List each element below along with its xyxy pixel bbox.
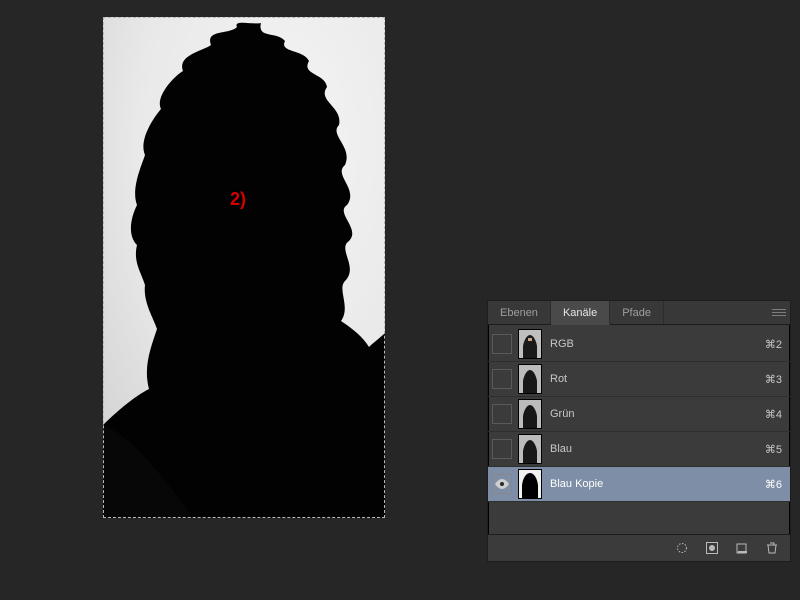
tab-paths[interactable]: Pfade xyxy=(610,301,664,324)
channel-name: Blau Kopie xyxy=(550,478,765,490)
channel-thumbnail[interactable] xyxy=(518,399,542,429)
channel-shortcut: ⌘4 xyxy=(765,408,782,421)
panel-footer xyxy=(488,534,790,561)
channels-list: RGB⌘2Rot⌘3Grün⌘4Blau⌘5Blau Kopie⌘6 xyxy=(488,325,790,502)
load-selection-button[interactable] xyxy=(674,540,690,556)
channel-thumbnail[interactable] xyxy=(518,434,542,464)
channel-thumbnail[interactable] xyxy=(518,329,542,359)
new-channel-button[interactable] xyxy=(734,540,750,556)
annotation-label-2: 2) xyxy=(230,190,246,208)
channel-shortcut: ⌘6 xyxy=(765,478,782,491)
channel-name: Blau xyxy=(550,443,765,455)
workspace: 2) 1) Ebenen Kanäle Pfade RGB⌘2Rot⌘3Grün… xyxy=(0,0,800,600)
document-canvas[interactable] xyxy=(103,17,385,518)
channel-shortcut: ⌘2 xyxy=(765,338,782,351)
channel-row[interactable]: Grün⌘4 xyxy=(488,397,790,432)
visibility-toggle[interactable] xyxy=(492,474,512,494)
panel-menu-button[interactable] xyxy=(772,305,786,319)
channel-thumbnail[interactable] xyxy=(518,469,542,499)
channel-row[interactable]: Blau⌘5 xyxy=(488,432,790,467)
channel-row[interactable]: Blau Kopie⌘6 xyxy=(488,467,790,502)
save-selection-button[interactable] xyxy=(704,540,720,556)
tab-layers[interactable]: Ebenen xyxy=(488,301,551,324)
channels-panel: Ebenen Kanäle Pfade RGB⌘2Rot⌘3Grün⌘4Blau… xyxy=(487,300,791,562)
document-image xyxy=(103,17,385,518)
channel-name: Rot xyxy=(550,373,765,385)
visibility-toggle[interactable] xyxy=(492,404,512,424)
delete-channel-button[interactable] xyxy=(764,540,780,556)
channel-shortcut: ⌘3 xyxy=(765,373,782,386)
channel-name: RGB xyxy=(550,338,765,350)
visibility-toggle[interactable] xyxy=(492,439,512,459)
channel-row[interactable]: RGB⌘2 xyxy=(488,327,790,362)
channel-shortcut: ⌘5 xyxy=(765,443,782,456)
visibility-toggle[interactable] xyxy=(492,369,512,389)
visibility-toggle[interactable] xyxy=(492,334,512,354)
panel-tab-bar: Ebenen Kanäle Pfade xyxy=(488,301,790,325)
channel-name: Grün xyxy=(550,408,765,420)
channel-row[interactable]: Rot⌘3 xyxy=(488,362,790,397)
channel-thumbnail[interactable] xyxy=(518,364,542,394)
tab-channels[interactable]: Kanäle xyxy=(551,301,610,325)
